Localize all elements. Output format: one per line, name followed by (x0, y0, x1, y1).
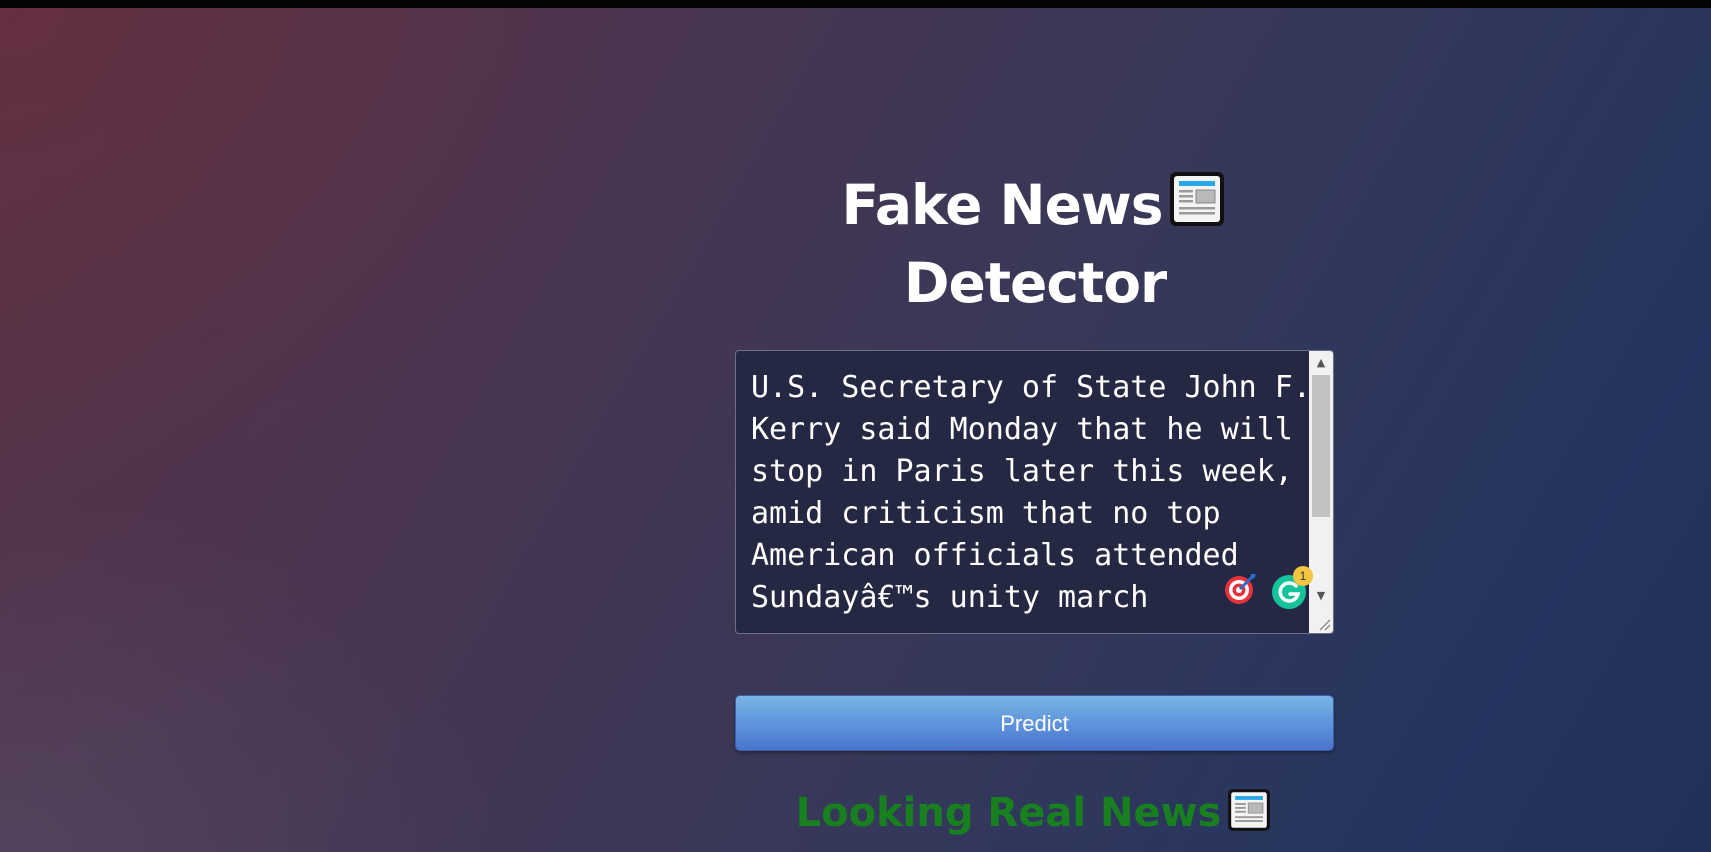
target-icon[interactable] (1223, 572, 1257, 606)
page-title-line-1: Fake News (835, 168, 1235, 247)
grammarly-count-badge: 1 (1293, 566, 1313, 586)
page-title-line-2: Detector (903, 251, 1167, 315)
prediction-result-text: Looking Real News (795, 790, 1222, 836)
resize-handle-icon[interactable] (1317, 617, 1331, 631)
prediction-result: Looking Real News (735, 785, 1334, 849)
scroll-up-arrow-icon[interactable]: ▲ (1309, 351, 1333, 373)
page-title: Fake News Detector (835, 168, 1235, 319)
scroll-thumb[interactable] (1312, 375, 1330, 517)
newspaper-icon (1166, 168, 1228, 247)
page-title-text-1: Fake News (841, 173, 1164, 237)
top-bar (0, 0, 1711, 8)
predict-button[interactable]: Predict (735, 695, 1334, 751)
grammarly-icon[interactable]: 1 (1271, 566, 1313, 610)
newspaper-icon (1225, 786, 1273, 849)
textarea-scrollbar[interactable]: ▲ ▼ (1309, 351, 1333, 633)
scroll-down-arrow-icon[interactable]: ▼ (1309, 584, 1333, 606)
